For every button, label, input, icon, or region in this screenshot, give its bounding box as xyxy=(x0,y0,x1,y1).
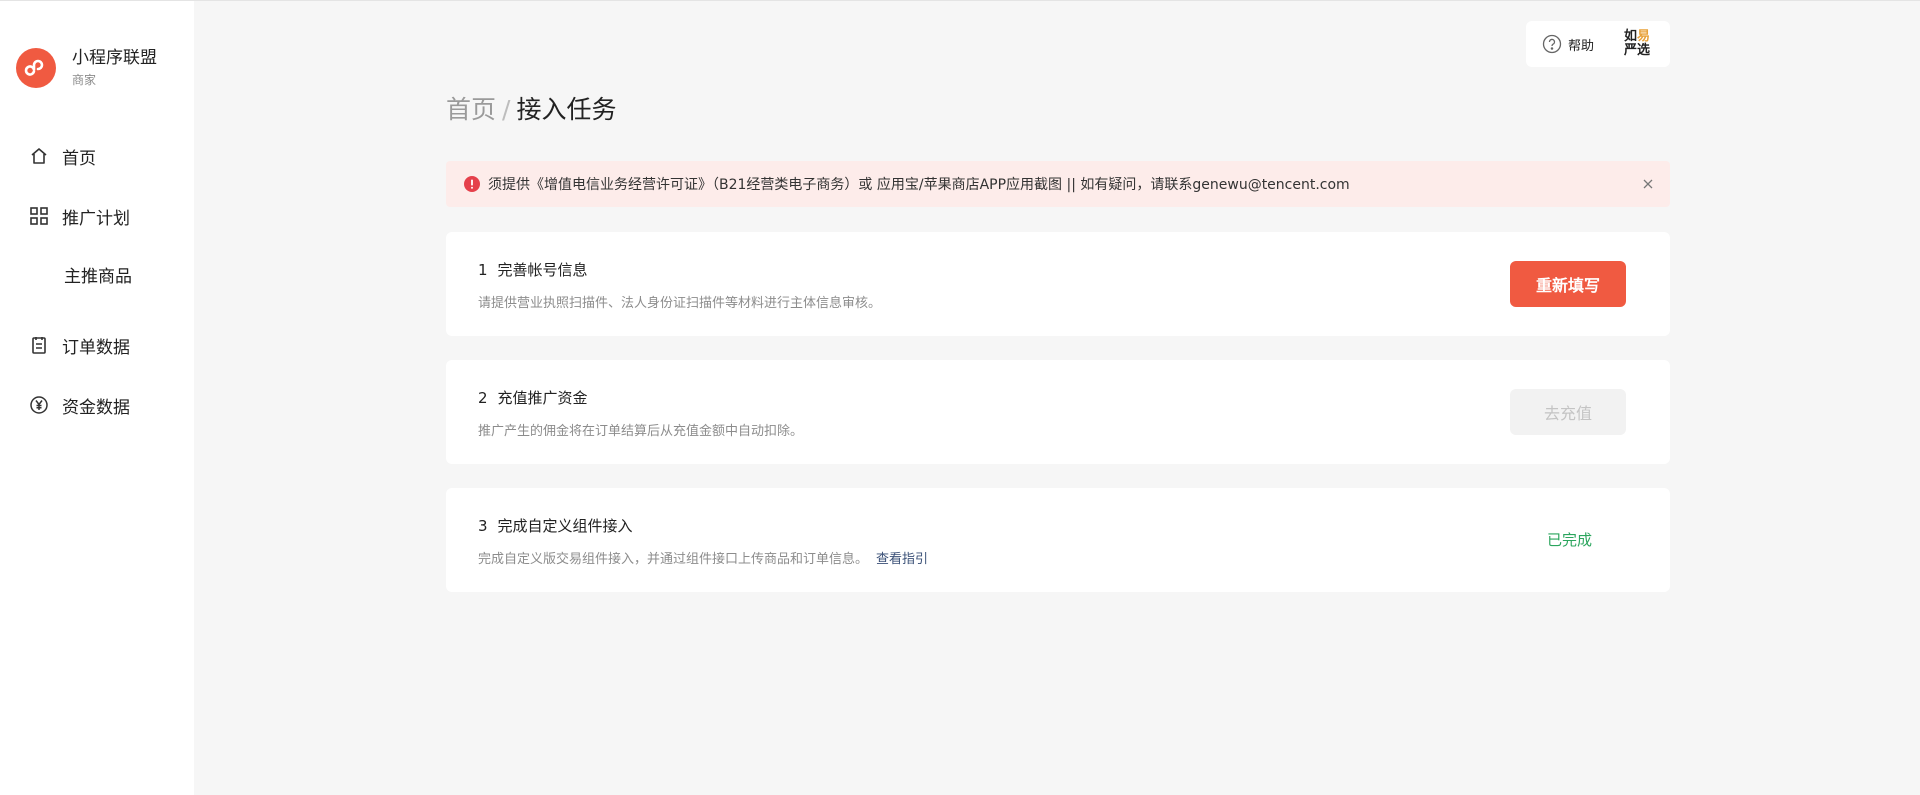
task-description-text: 完成自定义版交易组件接入，并通过组件接口上传商品和订单信息。 xyxy=(478,552,869,567)
page-title: 接入任务 xyxy=(516,95,617,124)
task-title: 3 完成自定义组件接入 xyxy=(478,515,633,536)
task-description: 完成自定义版交易组件接入，并通过组件接口上传商品和订单信息。 查看指引 xyxy=(478,548,928,567)
sidebar-item-promo-plan[interactable]: 推广计划 xyxy=(28,201,130,231)
view-guide-link[interactable]: 查看指引 xyxy=(876,552,928,567)
sidebar-item-fund-data[interactable]: 资金数据 xyxy=(28,390,130,420)
task-title: 2 充值推广资金 xyxy=(478,387,588,408)
task-description: 请提供营业执照扫描件、法人身份证扫描件等材料进行主体信息审核。 xyxy=(478,296,882,311)
brand-name: 小程序联盟 xyxy=(72,48,157,68)
task-title-text: 完善帐号信息 xyxy=(497,261,588,279)
help-label: 帮助 xyxy=(1568,38,1595,54)
top-toolbar: 帮助 如易 严选 xyxy=(1526,21,1670,67)
refill-button[interactable]: 重新填写 xyxy=(1510,261,1626,307)
sidebar-item-label: 资金数据 xyxy=(62,397,130,418)
store-logo-text-2: 严选 xyxy=(1624,43,1651,58)
task-title: 1 完善帐号信息 xyxy=(478,259,588,280)
store-logo-text-accent: 易 xyxy=(1637,29,1651,44)
status-completed: 已完成 xyxy=(1546,531,1592,549)
store-logo-text: 如 xyxy=(1624,29,1638,44)
task-title-text: 充值推广资金 xyxy=(497,389,588,407)
clipboard-icon xyxy=(28,334,50,356)
close-icon[interactable] xyxy=(1640,176,1656,192)
notice-alert: 须提供《增值电信业务经营许可证》（B21经营类电子商务）或 应用宝/苹果商店AP… xyxy=(446,161,1670,207)
breadcrumb-separator: / xyxy=(502,95,511,124)
brand-subtitle: 商家 xyxy=(72,73,97,87)
sidebar-item-label: 订单数据 xyxy=(62,337,130,358)
sidebar: 小程序联盟 商家 首页 推广计划 主推商品 订单数据 资金数据 xyxy=(0,1,194,795)
task-card: 1 完善帐号信息 请提供营业执照扫描件、法人身份证扫描件等材料进行主体信息审核。 … xyxy=(446,232,1670,336)
task-description: 推广产生的佣金将在订单结算后从充值金额中自动扣除。 xyxy=(478,424,804,439)
sidebar-item-order-data[interactable]: 订单数据 xyxy=(28,330,130,360)
home-icon xyxy=(28,145,50,167)
error-icon xyxy=(464,176,480,192)
yen-icon xyxy=(28,394,50,416)
breadcrumb: 首页 / 接入任务 xyxy=(446,93,616,127)
help-button[interactable]: 帮助 xyxy=(1542,34,1594,54)
brand[interactable]: 小程序联盟 商家 xyxy=(16,47,157,89)
breadcrumb-home[interactable]: 首页 xyxy=(446,95,496,124)
task-title-text: 完成自定义组件接入 xyxy=(497,517,633,535)
sidebar-item-label: 首页 xyxy=(62,148,96,169)
task-number: 2 xyxy=(478,389,488,407)
mini-program-logo-icon xyxy=(16,48,56,88)
sidebar-item-label: 主推商品 xyxy=(64,266,132,287)
task-number: 1 xyxy=(478,261,488,279)
alert-text: 须提供《增值电信业务经营许可证》（B21经营类电子商务）或 应用宝/苹果商店AP… xyxy=(488,177,1350,193)
task-card: 3 完成自定义组件接入 完成自定义版交易组件接入，并通过组件接口上传商品和订单信息… xyxy=(446,488,1670,592)
task-card: 2 充值推广资金 推广产生的佣金将在订单结算后从充值金额中自动扣除。 去充值 xyxy=(446,360,1670,464)
task-number: 3 xyxy=(478,517,488,535)
recharge-button: 去充值 xyxy=(1510,389,1626,435)
sidebar-item-featured-products[interactable]: 主推商品 xyxy=(64,259,132,289)
store-logo[interactable]: 如易 严选 xyxy=(1624,30,1656,58)
question-icon xyxy=(1542,34,1562,54)
grid-icon xyxy=(28,205,50,227)
sidebar-item-home[interactable]: 首页 xyxy=(28,141,96,171)
sidebar-item-label: 推广计划 xyxy=(62,208,130,229)
